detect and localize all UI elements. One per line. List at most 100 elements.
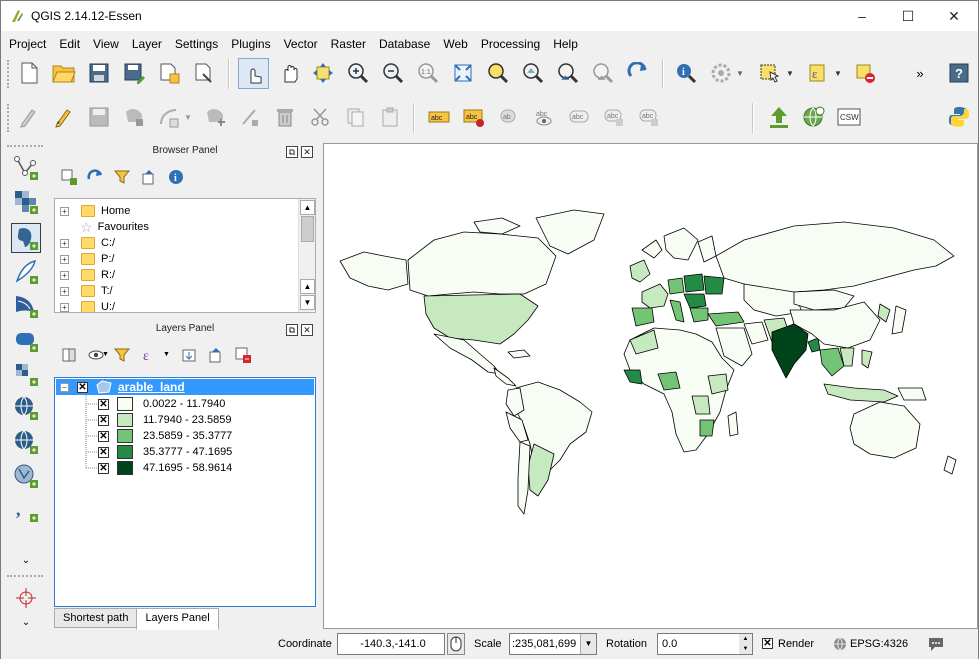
country-india[interactable] [771, 323, 809, 379]
browser-scrollbar[interactable]: ▲ ▲ ▼ [298, 199, 315, 312]
country-poland[interactable] [683, 273, 705, 293]
add-mssql-layer-icon[interactable] [11, 291, 41, 321]
country-iceland[interactable] [641, 239, 663, 259]
browser-item-t-drive[interactable]: + T:/ [60, 283, 113, 299]
run-feature-action-icon[interactable] [707, 59, 735, 87]
country-philippines[interactable] [861, 349, 873, 369]
scroll-up-icon[interactable]: ▲ [300, 279, 315, 294]
country-hungary[interactable] [683, 293, 707, 309]
layer-labeling-options-icon[interactable]: abc [425, 103, 453, 131]
menu-view[interactable]: View [85, 37, 124, 51]
node-tool-icon[interactable] [236, 103, 264, 131]
toolbar-expand-icon[interactable]: ⌄ [11, 545, 41, 575]
zoom-next-icon[interactable] [589, 59, 617, 87]
add-spatialite-layer-icon[interactable] [11, 257, 41, 287]
browser-item-c-drive[interactable]: + C:/ [60, 235, 115, 251]
legend-class-4[interactable]: ✕ 35.3777 - 47.1695 [98, 444, 232, 460]
dropdown-arrow-icon[interactable]: ▼ [181, 103, 195, 131]
legend-class-3[interactable]: ✕ 23.5859 - 35.3777 [98, 428, 232, 444]
world-map[interactable] [324, 144, 977, 628]
country-argentina[interactable] [527, 443, 555, 497]
filter-by-expression-icon[interactable]: ε [138, 344, 160, 366]
rotation-up-icon[interactable]: ▲ [739, 634, 752, 644]
coordinate-field[interactable]: -140.3,-141.0 [337, 633, 445, 655]
python-console-icon[interactable] [945, 103, 973, 131]
country-ukraine[interactable] [703, 275, 725, 295]
csw-icon[interactable]: CSW [835, 103, 863, 131]
open-project-icon[interactable] [50, 59, 78, 87]
layer-row-arable-land[interactable]: − ✕ arable_land [60, 379, 185, 395]
class-visibility-checkbox[interactable]: ✕ [98, 398, 109, 410]
legend-class-5[interactable]: ✕ 47.1695 - 58.9614 [98, 460, 232, 476]
browser-item-r-drive[interactable]: + R:/ [60, 267, 115, 283]
toolbar-grip[interactable] [7, 145, 43, 147]
close-panel-icon[interactable]: ✕ [301, 146, 313, 158]
refresh-browser-icon[interactable] [84, 166, 106, 188]
country-bangladesh[interactable] [807, 337, 821, 353]
collapse-legend-icon[interactable] [205, 344, 227, 366]
country-canada[interactable] [407, 231, 557, 297]
menu-project[interactable]: Project [1, 37, 51, 51]
pin-labels-icon[interactable]: abc [460, 103, 488, 131]
pan-map-icon[interactable] [276, 59, 304, 87]
zoom-full-icon[interactable] [449, 59, 477, 87]
deselect-all-icon[interactable] [851, 59, 879, 87]
zoom-to-layer-icon[interactable] [519, 59, 547, 87]
expand-icon[interactable]: + [60, 254, 69, 264]
zoom-native-resolution-icon[interactable]: 1:1 [414, 59, 442, 87]
country-new-zealand[interactable] [943, 455, 957, 475]
expand-legend-icon[interactable] [178, 344, 200, 366]
add-postgis-layer-icon[interactable] [11, 223, 41, 253]
add-feature-icon[interactable] [120, 103, 148, 131]
menu-settings[interactable]: Settings [167, 37, 223, 51]
expand-icon[interactable]: + [60, 206, 69, 216]
add-wms-layer-icon[interactable] [11, 393, 41, 423]
minimize-button[interactable]: – [839, 1, 885, 31]
dropdown-arrow-icon[interactable]: ▼ [163, 351, 170, 358]
metasearch-icon[interactable] [800, 103, 828, 131]
add-selected-layers-icon[interactable] [58, 166, 80, 188]
add-wcs-layer-icon[interactable] [11, 427, 41, 457]
country-thailand-myanmar[interactable] [819, 347, 845, 377]
legend-class-2[interactable]: ✕ 11.7940 - 23.5859 [98, 412, 231, 428]
composer-manager-icon[interactable] [190, 59, 218, 87]
copy-features-icon[interactable] [341, 103, 369, 131]
country-turkey[interactable] [707, 311, 745, 327]
zoom-out-icon[interactable] [379, 59, 407, 87]
arctic-islands[interactable] [473, 217, 521, 235]
browser-item-u-drive[interactable]: + U:/ [60, 299, 115, 312]
help-icon[interactable]: ? [945, 59, 973, 87]
menu-edit[interactable]: Edit [51, 37, 85, 51]
delete-selected-icon[interactable] [271, 103, 299, 131]
crs-globe-icon[interactable] [833, 637, 847, 651]
expand-icon[interactable]: + [60, 238, 69, 248]
country-finland[interactable] [697, 235, 717, 263]
layer-visibility-checkbox[interactable]: ✕ [77, 381, 88, 393]
properties-icon[interactable]: i [165, 166, 187, 188]
add-vector-layer-icon[interactable] [11, 153, 41, 183]
country-west-africa[interactable] [623, 369, 643, 385]
rotation-down-icon[interactable]: ▼ [739, 644, 752, 654]
new-project-icon[interactable] [15, 59, 43, 87]
add-circular-string-icon[interactable] [155, 103, 183, 131]
scale-dropdown-icon[interactable]: ▼ [580, 634, 596, 654]
country-italy[interactable] [669, 299, 685, 323]
move-feature-icon[interactable] [201, 103, 229, 131]
menu-web[interactable]: Web [435, 37, 472, 51]
country-central-america[interactable] [493, 367, 517, 387]
filter-legend-icon[interactable] [111, 344, 133, 366]
save-edits-icon[interactable] [85, 103, 113, 131]
float-panel-icon[interactable]: ⧉ [286, 324, 298, 336]
toolbar-grip[interactable] [7, 575, 43, 577]
country-norway-sweden[interactable] [663, 227, 699, 261]
cut-features-icon[interactable] [306, 103, 334, 131]
browser-item-p-drive[interactable]: + P:/ [60, 251, 114, 267]
scroll-up-icon[interactable]: ▲ [300, 200, 315, 215]
messages-icon[interactable] [927, 636, 945, 652]
upload-icon[interactable] [765, 103, 793, 131]
toolbar-grip[interactable] [7, 104, 11, 132]
toolbar-grip[interactable] [7, 60, 11, 88]
browser-item-favourites[interactable]: ☆ Favourites [60, 219, 149, 235]
menu-vector[interactable]: Vector [276, 37, 323, 51]
highlight-pinned-labels-icon[interactable]: ab [495, 103, 523, 131]
